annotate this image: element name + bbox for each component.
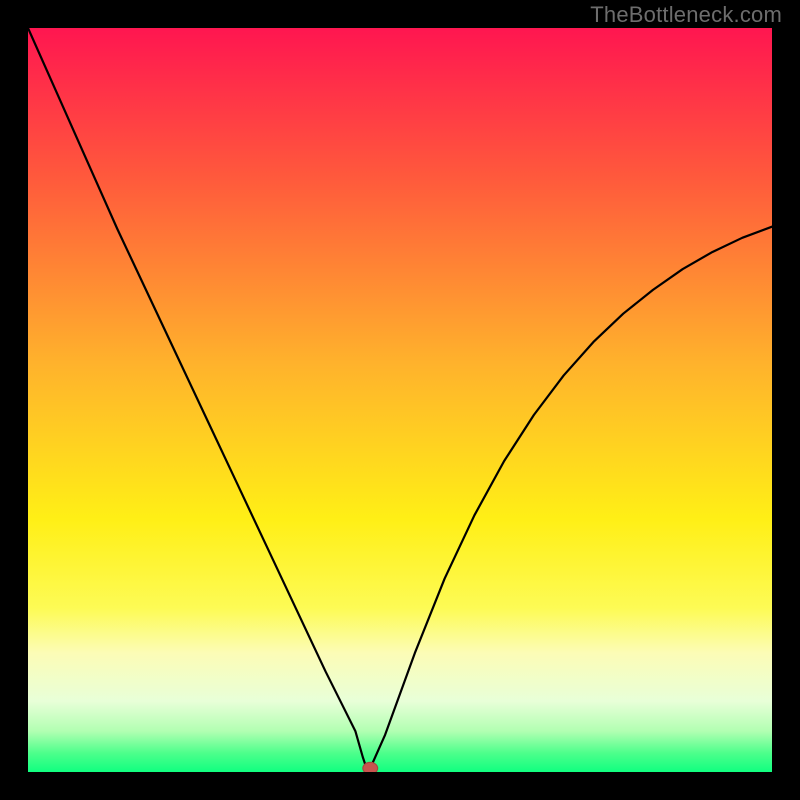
gradient-background [28,28,772,772]
chart-svg [28,28,772,772]
chart-frame: TheBottleneck.com [0,0,800,800]
plot-area [28,28,772,772]
watermark-text: TheBottleneck.com [590,2,782,28]
optimal-point-marker [363,762,378,772]
